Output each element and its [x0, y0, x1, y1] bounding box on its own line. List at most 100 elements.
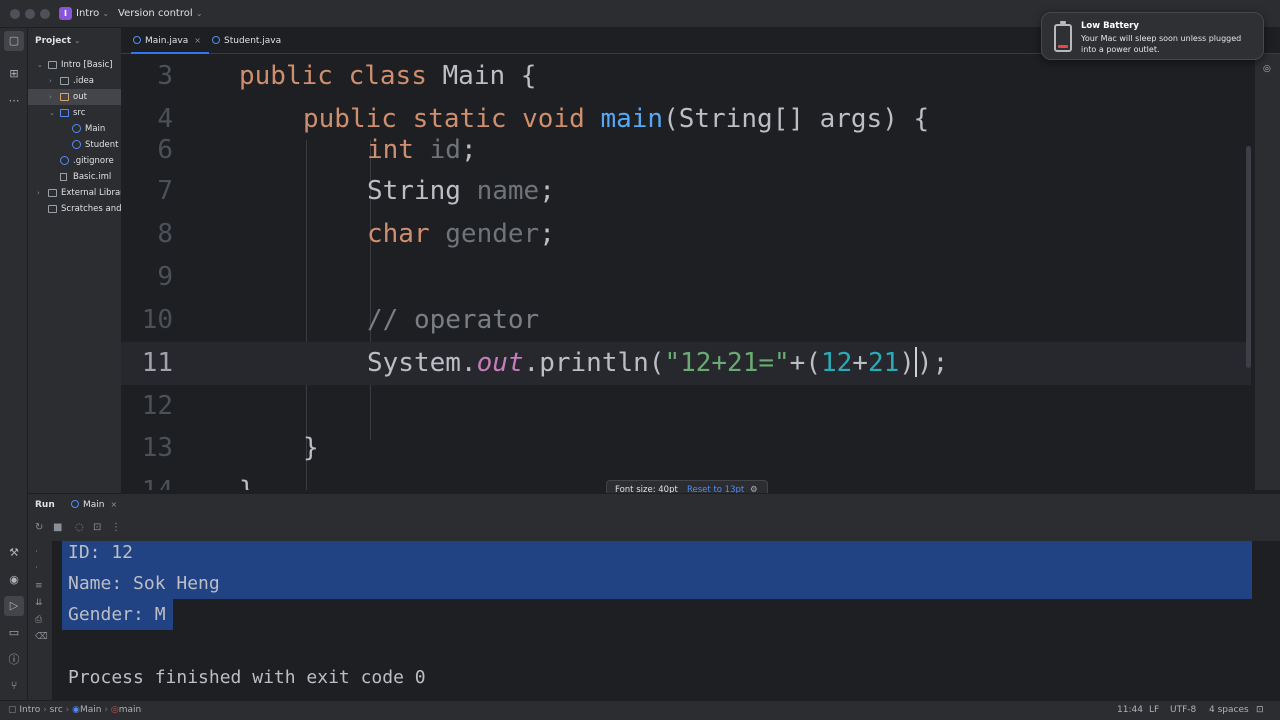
- tree-item[interactable]: › .idea: [28, 73, 121, 89]
- terminal-tool-icon[interactable]: ▭: [7, 626, 21, 640]
- tree-item-label: out: [73, 92, 87, 102]
- project-tool-icon[interactable]: ▢: [4, 31, 24, 51]
- tab-main-java[interactable]: Main.java ×: [131, 28, 209, 54]
- breadcrumb-item-main-method[interactable]: ◎main: [111, 705, 141, 715]
- minimize-window-button[interactable]: [25, 9, 35, 19]
- line-number[interactable]: 10: [121, 299, 173, 342]
- more-tools-icon[interactable]: ⋯: [7, 94, 21, 108]
- zoom-window-button[interactable]: [40, 9, 50, 19]
- tree-item-label: External Librar: [61, 188, 121, 198]
- editor-scrollbar[interactable]: [1246, 146, 1251, 368]
- file-encoding[interactable]: UTF-8: [1170, 705, 1196, 715]
- code-text: char gender;: [367, 219, 555, 249]
- tree-item-label: Intro [Basic]: [61, 60, 113, 70]
- code-line[interactable]: 8 char gender;: [121, 213, 1251, 256]
- tree-item[interactable]: ⌄ Intro [Basic]: [28, 57, 121, 73]
- trash-icon[interactable]: ⌫: [35, 632, 48, 642]
- tree-item-label: Main: [85, 124, 106, 134]
- line-number[interactable]: 8: [121, 213, 173, 256]
- more-options-icon[interactable]: ⋮: [111, 522, 121, 533]
- code-line-current[interactable]: 11 System.out.println("12+21="+(12+21));: [121, 342, 1251, 385]
- code-line[interactable]: 6 int id;: [121, 129, 1251, 172]
- file-icon: [60, 173, 67, 181]
- line-number[interactable]: 9: [121, 256, 173, 299]
- code-line[interactable]: 3 public class Main {: [121, 55, 1251, 98]
- line-number[interactable]: 3: [121, 55, 173, 98]
- code-line[interactable]: 13}: [121, 427, 1251, 470]
- scroll-to-end-icon[interactable]: ⇊: [35, 598, 43, 608]
- breadcrumb-item-src[interactable]: src: [50, 705, 63, 715]
- project-badge-icon: I: [59, 7, 72, 20]
- module-icon: ▢: [8, 705, 17, 715]
- chevron-right-icon[interactable]: ›: [37, 185, 40, 201]
- breadcrumb-item-main-class[interactable]: ◉Main: [72, 705, 101, 715]
- tree-item[interactable]: Basic.iml: [28, 169, 121, 185]
- code-line[interactable]: 7 String name;: [121, 170, 1251, 213]
- close-window-button[interactable]: [10, 9, 20, 19]
- code-text: }: [239, 470, 255, 490]
- run-console[interactable]: ID: 12 Name: Sok Heng Gender: M Process …: [52, 541, 1280, 700]
- tab-label: Student.java: [224, 36, 282, 46]
- chevron-right-icon[interactable]: ›: [49, 89, 52, 105]
- tree-item[interactable]: Student: [28, 137, 121, 153]
- project-switcher[interactable]: Intro ⌄: [76, 8, 109, 19]
- chevron-down-icon: ⌄: [195, 9, 203, 18]
- code-line[interactable]: 12: [121, 385, 1251, 428]
- chevron-right-icon[interactable]: ›: [49, 73, 52, 89]
- structure-tool-icon[interactable]: ⊞: [7, 67, 21, 81]
- code-text: // operator: [367, 305, 540, 335]
- line-number[interactable]: 13: [121, 427, 173, 470]
- low-battery-notification[interactable]: Low Battery Your Mac will sleep soon unl…: [1041, 12, 1264, 60]
- code-editor[interactable]: 3 public class Main {4 public static void …: [121, 54, 1251, 490]
- rerun-icon[interactable]: ↻: [35, 522, 43, 533]
- code-line[interactable]: 10 // operator: [121, 299, 1251, 342]
- line-number[interactable]: 6: [121, 129, 173, 172]
- line-number[interactable]: 14: [121, 470, 173, 490]
- stop-icon[interactable]: ■: [53, 522, 62, 533]
- line-number[interactable]: 11: [121, 342, 173, 385]
- print-icon[interactable]: ⎙: [35, 615, 42, 625]
- version-control-menu[interactable]: Version control ⌄: [118, 8, 203, 19]
- gitignore-icon: [60, 156, 69, 165]
- close-icon[interactable]: ×: [111, 500, 118, 509]
- git-tool-icon[interactable]: ⑂: [7, 679, 21, 693]
- version-control-label: Version control: [118, 8, 193, 19]
- build-tool-icon[interactable]: ⚒: [7, 546, 21, 560]
- run-tool-icon[interactable]: ▷: [4, 596, 24, 616]
- tree-item[interactable]: Scratches and: [28, 201, 121, 217]
- line-number[interactable]: 12: [121, 385, 173, 428]
- camera-icon[interactable]: ◌: [75, 522, 84, 533]
- soft-wrap-icon[interactable]: ≡: [35, 581, 43, 591]
- line-number[interactable]: 7: [121, 170, 173, 213]
- method-icon: ◎: [110, 705, 119, 715]
- lock-icon[interactable]: ⊡: [1256, 705, 1264, 715]
- tab-student-java[interactable]: Student.java: [212, 28, 281, 54]
- ai-assistant-icon[interactable]: ◎: [1263, 64, 1271, 74]
- line-separator[interactable]: LF: [1149, 705, 1159, 715]
- services-tool-icon[interactable]: ◉: [7, 573, 21, 587]
- code-line[interactable]: 9: [121, 256, 1251, 299]
- run-side-toolbar: · · ≡ ⇊ ⎙ ⌫: [28, 541, 52, 700]
- tree-item[interactable]: .gitignore: [28, 153, 121, 169]
- run-tab-main[interactable]: Main ×: [71, 500, 117, 510]
- code-text: String name;: [367, 176, 555, 206]
- down-icon[interactable]: ·: [35, 563, 38, 573]
- layout-icon[interactable]: ⊡: [93, 522, 101, 533]
- project-panel-header[interactable]: Project ⌄: [35, 36, 80, 46]
- indent-setting[interactable]: 4 spaces: [1209, 705, 1249, 715]
- tree-item[interactable]: Main: [28, 121, 121, 137]
- chevron-down-icon[interactable]: ⌄: [49, 105, 55, 121]
- close-icon[interactable]: ×: [194, 36, 201, 45]
- selection-highlight: [62, 541, 1252, 599]
- tree-item[interactable]: › out: [28, 89, 121, 105]
- breadcrumb-label: src: [49, 705, 63, 715]
- chevron-down-icon[interactable]: ⌄: [37, 57, 43, 73]
- folder-icon: [48, 61, 57, 69]
- problems-tool-icon[interactable]: ⓘ: [7, 653, 21, 667]
- tree-item[interactable]: ⌄ src: [28, 105, 121, 121]
- chevron-down-icon: ⌄: [74, 37, 81, 45]
- tree-item[interactable]: › External Librar: [28, 185, 121, 201]
- breadcrumb-item-project[interactable]: ▢ Intro: [8, 705, 40, 715]
- caret-position[interactable]: 11:44: [1117, 705, 1143, 715]
- up-icon[interactable]: ·: [35, 547, 38, 557]
